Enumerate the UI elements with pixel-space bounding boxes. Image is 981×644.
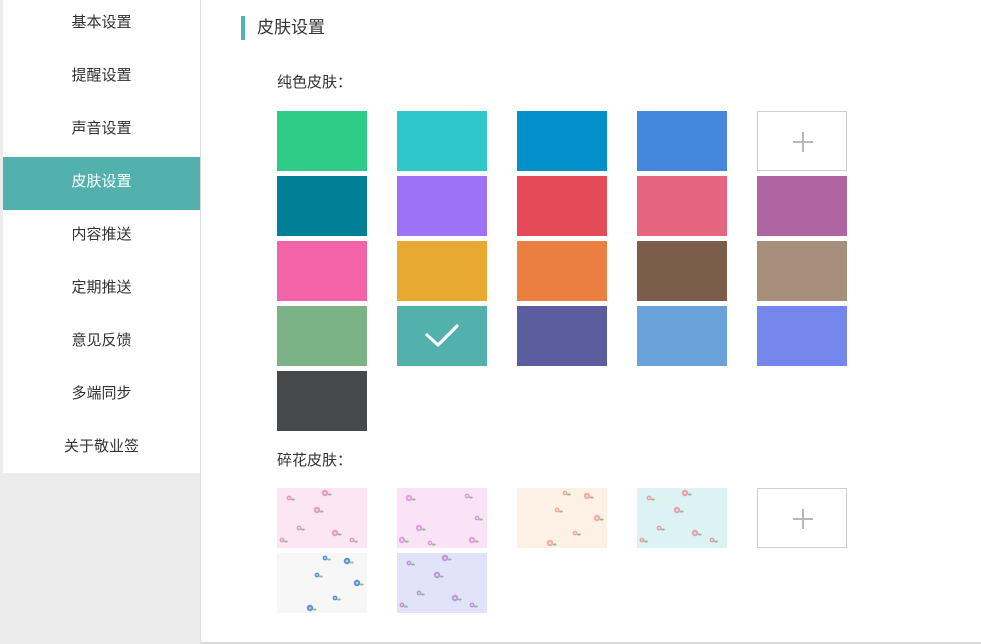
color-swatch[interactable] bbox=[277, 371, 367, 431]
title-accent-bar bbox=[241, 16, 245, 40]
floral-skin-mint-rose[interactable] bbox=[637, 488, 727, 548]
color-swatch[interactable] bbox=[397, 241, 487, 301]
sidebar-item-1[interactable]: 提醒设置 bbox=[3, 51, 200, 104]
sidebar-item-7[interactable]: 多端同步 bbox=[3, 369, 200, 422]
sidebar-item-8[interactable]: 关于敬业签 bbox=[3, 422, 200, 475]
color-swatch[interactable] bbox=[637, 111, 727, 171]
color-swatch-selected[interactable] bbox=[397, 306, 487, 366]
sidebar-item-0[interactable]: 基本设置 bbox=[3, 0, 200, 51]
color-swatch[interactable] bbox=[277, 176, 367, 236]
add-floral-skin-button[interactable] bbox=[757, 488, 847, 548]
color-swatch[interactable] bbox=[397, 176, 487, 236]
color-swatch[interactable] bbox=[277, 306, 367, 366]
color-swatch[interactable] bbox=[517, 176, 607, 236]
color-swatch[interactable] bbox=[637, 306, 727, 366]
add-solid-skin-button[interactable] bbox=[757, 111, 847, 171]
color-swatch[interactable] bbox=[277, 241, 367, 301]
color-swatch[interactable] bbox=[517, 111, 607, 171]
floral-skin-lilac-rose[interactable] bbox=[397, 488, 487, 548]
color-swatch[interactable] bbox=[517, 241, 607, 301]
sidebar-item-6[interactable]: 意见反馈 bbox=[3, 316, 200, 369]
floral-skin-pink-rose[interactable] bbox=[277, 488, 367, 548]
page-title: 皮肤设置 bbox=[257, 18, 325, 38]
sidebar-item-4[interactable]: 内容推送 bbox=[3, 210, 200, 263]
floral-skin-peach-blossom[interactable] bbox=[517, 488, 607, 548]
color-swatch[interactable] bbox=[637, 176, 727, 236]
settings-sidebar: 基本设置 提醒设置 声音设置 皮肤设置 内容推送 定期推送 意见反馈 多端同步 关于敬业签 bbox=[3, 0, 200, 473]
sidebar-item-2[interactable]: 声音设置 bbox=[3, 104, 200, 157]
color-swatch[interactable] bbox=[277, 111, 367, 171]
color-swatch[interactable] bbox=[397, 111, 487, 171]
sidebar-item-5[interactable]: 定期推送 bbox=[3, 263, 200, 316]
solid-skin-label: 纯色皮肤： bbox=[277, 73, 353, 91]
color-swatch[interactable] bbox=[757, 241, 847, 301]
floral-skin-label: 碎花皮肤： bbox=[277, 451, 353, 469]
plus-icon bbox=[793, 132, 813, 152]
color-swatch[interactable] bbox=[517, 306, 607, 366]
sidebar-item-3[interactable]: 皮肤设置 bbox=[3, 157, 200, 210]
checkmark-icon bbox=[425, 324, 459, 347]
color-swatch[interactable] bbox=[757, 176, 847, 236]
floral-skin-lavender-rose[interactable] bbox=[397, 553, 487, 613]
color-swatch[interactable] bbox=[637, 241, 727, 301]
floral-skin-blue-butterfly[interactable] bbox=[277, 553, 367, 613]
color-swatch[interactable] bbox=[757, 306, 847, 366]
plus-icon bbox=[793, 509, 813, 529]
